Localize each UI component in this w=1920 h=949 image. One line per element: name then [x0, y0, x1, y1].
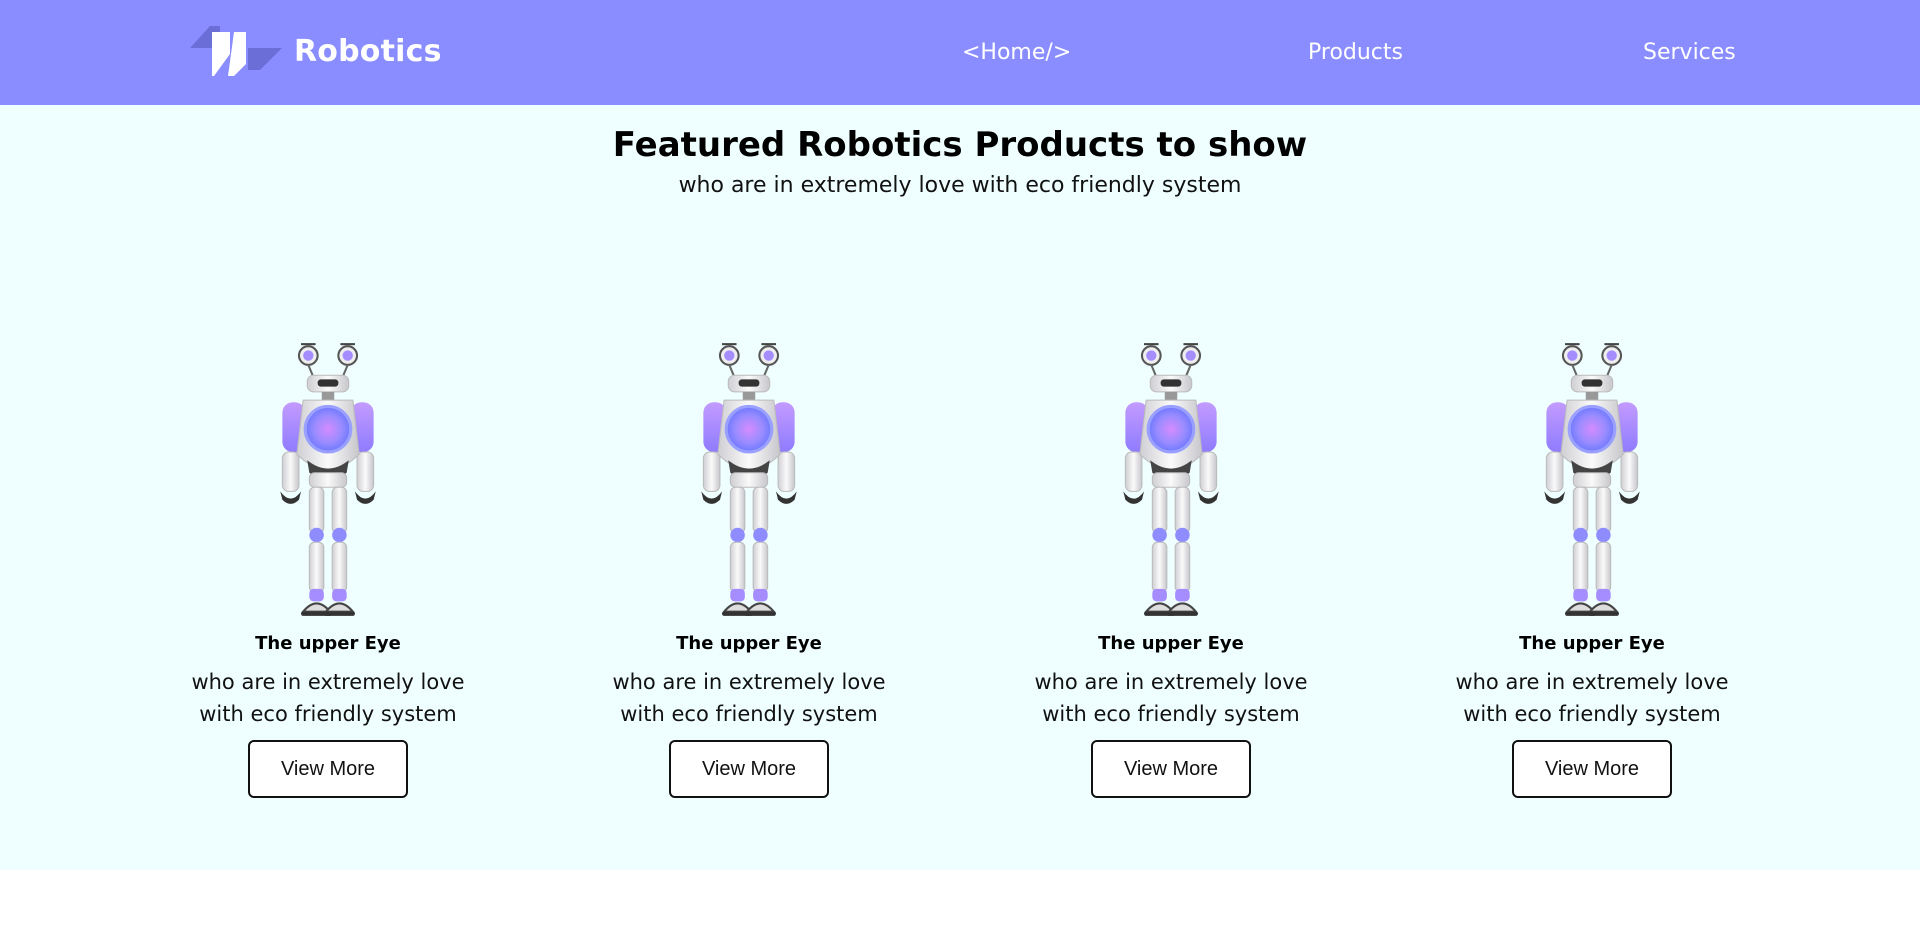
featured-products-section: Featured Robotics Products to show who a… [0, 105, 1920, 870]
product-card: The upper Eye who are in extremely love … [599, 340, 899, 810]
navbar: Robotics <Home/> Products Services [0, 0, 1920, 105]
brand-name: Robotics [294, 33, 442, 69]
nav-products-link[interactable]: Products [1308, 40, 1403, 65]
view-more-button[interactable]: View More [248, 740, 408, 798]
robot-icon [1542, 342, 1642, 618]
nav-home-link[interactable]: <Home/> [962, 40, 1071, 65]
robot-icon [1121, 342, 1221, 618]
robot-icon [278, 342, 378, 618]
view-more-button[interactable]: View More [1091, 740, 1251, 798]
product-card-title: The upper Eye [676, 633, 822, 654]
product-card: The upper Eye who are in extremely love … [178, 340, 478, 810]
view-more-button[interactable]: View More [669, 740, 829, 798]
product-card: The upper Eye who are in extremely love … [1021, 340, 1321, 810]
product-card-title: The upper Eye [255, 633, 401, 654]
product-card: The upper Eye who are in extremely love … [1442, 340, 1742, 810]
stacked-blocks-logo-icon [190, 26, 282, 76]
nav-services-link[interactable]: Services [1643, 40, 1736, 65]
product-card-description: who are in extremely love with eco frien… [612, 670, 886, 726]
robot-icon [699, 342, 799, 618]
view-more-button[interactable]: View More [1512, 740, 1672, 798]
product-card-title: The upper Eye [1519, 633, 1665, 654]
section-subtitle: who are in extremely love with eco frien… [678, 173, 1242, 198]
product-card-description: who are in extremely love with eco frien… [1455, 670, 1729, 726]
brand-logo[interactable]: Robotics [190, 26, 442, 76]
product-card-title: The upper Eye [1098, 633, 1244, 654]
product-card-description: who are in extremely love with eco frien… [191, 670, 465, 726]
product-card-description: who are in extremely love with eco frien… [1034, 670, 1308, 726]
section-title: Featured Robotics Products to show [612, 125, 1308, 165]
